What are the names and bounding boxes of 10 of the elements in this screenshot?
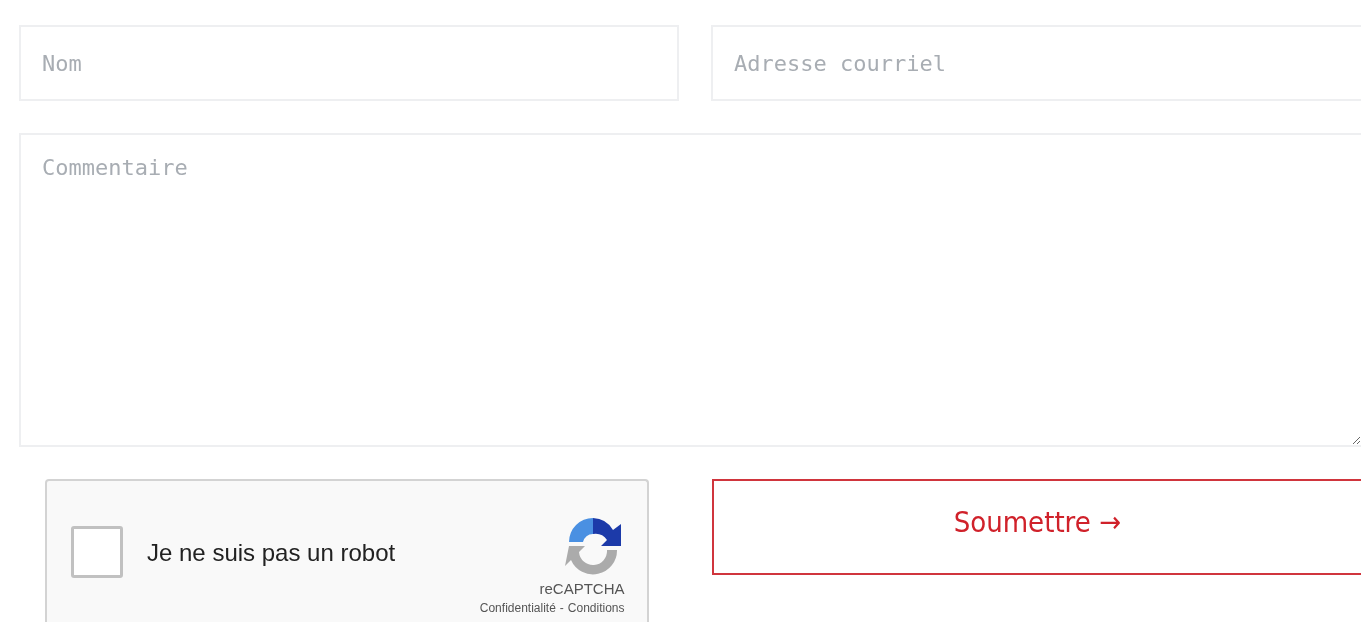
email-field[interactable]: Adresse courriel bbox=[711, 25, 1361, 101]
link-separator: - bbox=[559, 601, 564, 615]
captcha-label: Je ne suis pas un robot bbox=[147, 538, 397, 567]
name-field[interactable]: Nom bbox=[19, 25, 679, 101]
submit-button[interactable]: Soumettre → bbox=[711, 479, 1361, 575]
terms-link[interactable]: Conditions bbox=[567, 601, 625, 615]
recaptcha-brand: reCAPTCHA bbox=[539, 580, 625, 597]
captcha-checkbox[interactable] bbox=[71, 525, 123, 578]
comment-field[interactable]: Commentaire bbox=[19, 133, 1361, 447]
privacy-link[interactable]: Confidentialité bbox=[479, 601, 556, 615]
